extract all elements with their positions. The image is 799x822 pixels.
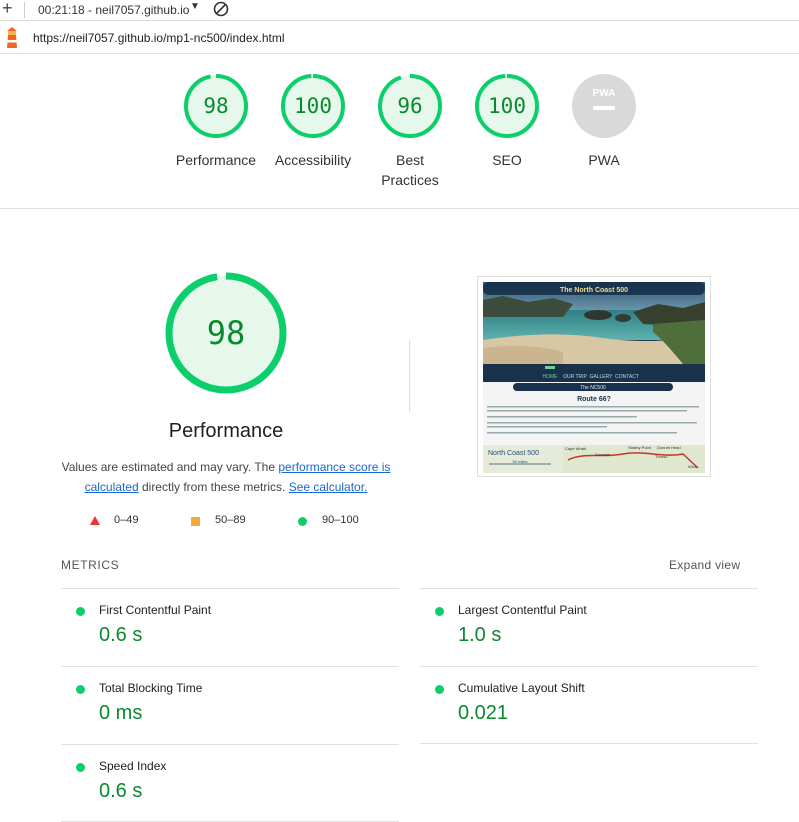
screenshot-site-title: The North Coast 500: [560, 287, 628, 294]
metric-label: Cumulative Layout Shift: [458, 681, 585, 695]
final-screenshot[interactable]: The North Coast 500 HOME OUR TRIP GALLER…: [477, 276, 711, 477]
report-url[interactable]: https://neil7057.github.io/mp1-nc500/ind…: [33, 31, 285, 45]
screenshot-page: The North Coast 500 HOME OUR TRIP GALLER…: [483, 282, 705, 473]
report-url-bar: https://neil7057.github.io/mp1-nc500/ind…: [0, 22, 799, 54]
devtools-toolbar: + 00:21:18 - neil7057.github.io ▼: [0, 0, 799, 21]
metric-label: Total Blocking Time: [99, 681, 203, 695]
metric-lcp: Largest Contentful Paint 1.0 s: [420, 588, 758, 666]
performance-description: Values are estimated and may vary. The p…: [54, 457, 398, 497]
metric-value: 1.0 s: [458, 624, 502, 646]
lighthouse-icon: [7, 27, 17, 48]
label-performance: Performance: [175, 152, 257, 168]
screenshot-map-place-3: Strathy Point: [628, 445, 652, 450]
metric-value: 0 ms: [99, 702, 143, 724]
score-performance-large: 98: [207, 314, 246, 352]
screenshot-map-scale: 50 miles: [513, 459, 528, 464]
pass-circle-icon: [298, 517, 307, 526]
label-best-practices: Best Practices: [360, 150, 460, 190]
metric-label: First Contentful Paint: [99, 603, 212, 617]
pass-circle-icon: [435, 685, 444, 694]
gauge-best-practices[interactable]: 96: [377, 73, 443, 139]
performance-title: Performance: [168, 420, 284, 442]
label-seo: SEO: [492, 152, 522, 168]
screenshot-nav-home: HOME: [543, 374, 559, 380]
metric-cls: Cumulative Layout Shift 0.021: [420, 666, 758, 744]
score-seo: 100: [488, 94, 526, 118]
pass-circle-icon: [76, 607, 85, 616]
legend-average: 50–89: [215, 514, 246, 526]
metrics-header: METRICS: [61, 558, 120, 572]
screenshot-map-place-5: Thurso: [655, 454, 668, 459]
metric-label: Largest Contentful Paint: [458, 603, 587, 617]
gauge-performance-large: 98: [165, 272, 287, 394]
caret-down-icon[interactable]: ▼: [190, 1, 200, 12]
screenshot-map-place-2: Durness: [595, 452, 610, 457]
score-accessibility: 100: [294, 94, 332, 118]
legend-fail: 0–49: [114, 514, 139, 526]
screenshot-map-place-4: Dunnet Head: [657, 445, 681, 450]
screenshot-nav-trip: OUR TRIP: [563, 374, 587, 380]
metric-tbt: Total Blocking Time 0 ms: [61, 666, 399, 744]
pwa-badge-text: PWA: [593, 88, 616, 99]
screenshot-nav-contact: CONTACT: [615, 374, 639, 380]
pass-circle-icon: [76, 763, 85, 772]
section-divider: [0, 208, 799, 209]
average-square-icon: [191, 517, 200, 526]
legend-pass: 90–100: [322, 514, 359, 526]
metric-value: 0.6 s: [99, 624, 143, 646]
report-session-label[interactable]: 00:21:18 - neil7057.github.io: [38, 3, 189, 17]
label-best-practices-line2: Practices: [381, 172, 439, 188]
screenshot-map-place-6: Wick: [688, 464, 697, 469]
score-performance: 98: [203, 94, 228, 118]
metric-speed-index: Speed Index 0.6 s: [61, 744, 399, 822]
screenshot-map-title: North Coast 500: [488, 450, 539, 457]
desc-text-2: directly from these metrics.: [138, 480, 289, 494]
vertical-divider: [409, 340, 410, 412]
pwa-badge-icon[interactable]: PWA: [571, 73, 637, 139]
gauge-performance[interactable]: 98: [183, 73, 249, 139]
expand-view-toggle[interactable]: Expand view: [669, 558, 740, 572]
desc-text-1: Values are estimated and may vary. The: [61, 460, 279, 474]
label-accessibility: Accessibility: [274, 152, 352, 168]
gauge-accessibility[interactable]: 100: [280, 73, 346, 139]
score-best-practices: 96: [397, 94, 422, 118]
metric-divider: [420, 743, 758, 744]
screenshot-section: The NC500: [580, 385, 606, 391]
screenshot-map-place-1: Cape Wrath: [565, 446, 586, 451]
label-best-practices-line1: Best: [395, 152, 424, 168]
screenshot-nav-gallery: GALLERY: [590, 374, 614, 380]
metric-value: 0.6 s: [99, 780, 143, 802]
gauge-seo[interactable]: 100: [474, 73, 540, 139]
metric-fcp: First Contentful Paint 0.6 s: [61, 588, 399, 666]
pass-circle-icon: [435, 607, 444, 616]
toolbar-divider: [24, 2, 25, 18]
see-calculator-link[interactable]: See calculator.: [289, 480, 368, 494]
label-pwa: PWA: [588, 152, 620, 168]
screenshot-heading: Route 66?: [577, 396, 611, 403]
block-icon[interactable]: [213, 1, 229, 17]
plus-icon[interactable]: +: [2, 0, 13, 19]
metric-value: 0.021: [458, 702, 509, 724]
pass-circle-icon: [76, 685, 85, 694]
fail-triangle-icon: [90, 516, 100, 525]
beach-photo: The North Coast 500 HOME OUR TRIP GALLER…: [483, 282, 705, 473]
metric-label: Speed Index: [99, 759, 167, 773]
